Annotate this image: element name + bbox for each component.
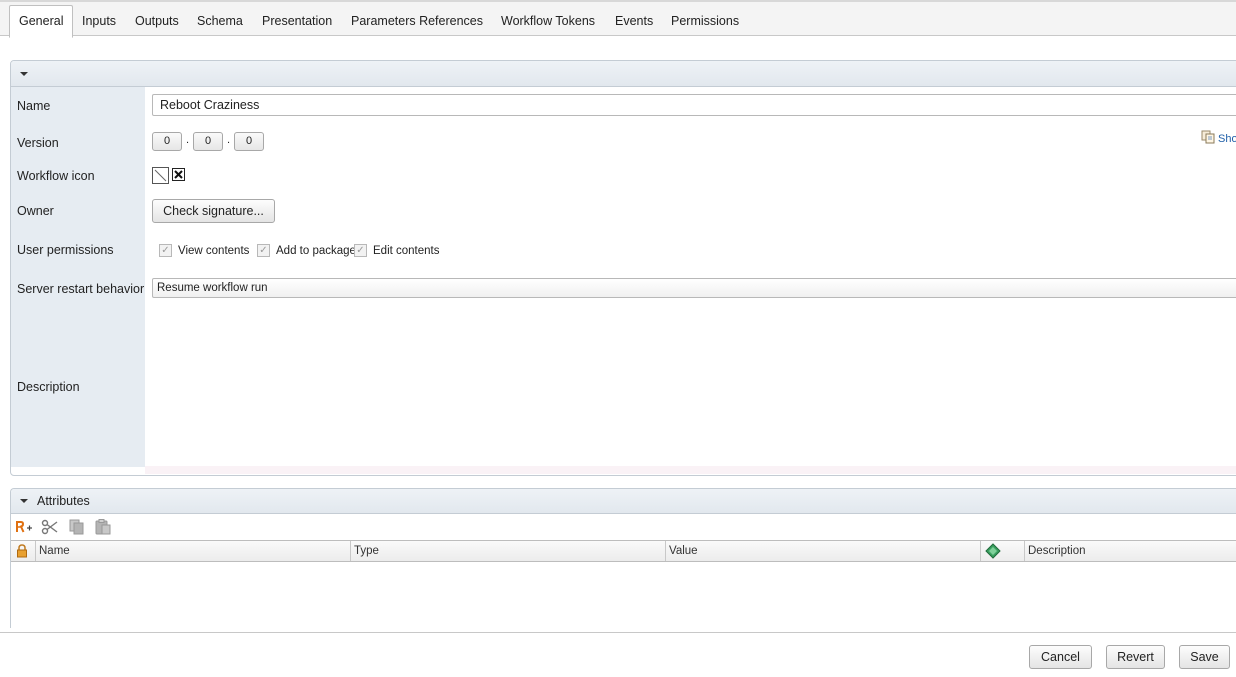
workflow-icon-placeholder[interactable]	[152, 167, 169, 184]
show-details-icon[interactable]	[1201, 130, 1215, 144]
name-input[interactable]: Reboot Craziness	[152, 94, 1236, 116]
description-footer-strip	[145, 466, 1236, 474]
general-panel: Name Reboot Craziness Version 0 . 0 . 0 …	[10, 60, 1236, 476]
revert-button[interactable]: Revert	[1106, 645, 1165, 669]
clear-icon[interactable]	[172, 168, 185, 181]
tab-outputs[interactable]: Outputs	[126, 6, 188, 37]
attributes-panel: Attributes Name Type Value Description	[10, 488, 1236, 628]
view-contents-checkbox[interactable]: ✓	[159, 244, 172, 257]
tab-general[interactable]: General	[9, 5, 74, 38]
version-separator: .	[227, 134, 231, 146]
type-column-header[interactable]: Type	[351, 541, 666, 561]
attributes-grid-body	[11, 562, 1236, 628]
name-column-header[interactable]: Name	[36, 541, 351, 561]
description-textarea[interactable]	[145, 307, 1236, 467]
copy-icon[interactable]	[68, 519, 86, 535]
tab-workflow-tokens[interactable]: Workflow Tokens	[492, 6, 604, 37]
description-column-header[interactable]: Description	[1025, 541, 1236, 561]
collapse-arrow-icon[interactable]	[20, 499, 28, 503]
footer-divider	[0, 632, 1236, 633]
general-panel-header[interactable]	[11, 61, 1236, 87]
add-attribute-icon[interactable]	[15, 519, 33, 535]
tab-permissions[interactable]: Permissions	[662, 6, 748, 37]
show-link[interactable]: Sho	[1218, 133, 1236, 145]
user-permissions-row: User permissions ✓ View contents ✓ Add t…	[11, 230, 1236, 271]
server-restart-row: Server restart behavior Resume workflow …	[11, 270, 1236, 308]
tab-schema[interactable]: Schema	[188, 6, 252, 37]
collapse-arrow-icon[interactable]	[20, 72, 28, 76]
edit-contents-label: Edit contents	[373, 245, 440, 257]
version-patch-input[interactable]: 0	[234, 132, 264, 151]
tab-inputs[interactable]: Inputs	[73, 6, 125, 37]
description-label: Description	[11, 307, 145, 467]
save-button[interactable]: Save	[1179, 645, 1230, 669]
cut-icon[interactable]	[41, 519, 59, 535]
binding-column[interactable]	[981, 541, 1025, 561]
lock-column[interactable]	[11, 541, 36, 561]
name-label: Name	[11, 87, 145, 125]
version-label: Version	[11, 125, 145, 160]
add-to-package-label: Add to package	[276, 245, 356, 257]
paste-icon[interactable]	[94, 519, 112, 535]
version-major-input[interactable]: 0	[152, 132, 182, 151]
value-column-header[interactable]: Value	[666, 541, 981, 561]
tab-presentation[interactable]: Presentation	[253, 6, 341, 37]
attributes-grid-header: Name Type Value Description	[11, 540, 1236, 562]
user-permissions-label: User permissions	[11, 230, 145, 270]
server-restart-label: Server restart behavior	[11, 270, 145, 307]
version-separator: .	[186, 134, 190, 146]
version-minor-input[interactable]: 0	[193, 132, 223, 151]
description-row: Description	[11, 307, 1236, 467]
tab-events[interactable]: Events	[606, 6, 662, 37]
attributes-title: Attributes	[37, 494, 90, 508]
edit-contents-checkbox[interactable]: ✓	[354, 244, 367, 257]
check-signature-button[interactable]: Check signature...	[152, 199, 275, 223]
server-restart-select[interactable]: Resume workflow run	[152, 278, 1236, 298]
add-to-package-checkbox[interactable]: ✓	[257, 244, 270, 257]
attributes-header[interactable]: Attributes	[11, 489, 1236, 514]
tab-parameters-references[interactable]: Parameters References	[342, 6, 492, 37]
version-row: Version 0 . 0 . 0 Sho	[11, 125, 1236, 161]
owner-label: Owner	[11, 191, 145, 230]
tab-bar: General Inputs Outputs Schema Presentati…	[0, 0, 1236, 38]
cancel-button[interactable]: Cancel	[1029, 645, 1092, 669]
owner-row: Owner Check signature...	[11, 191, 1236, 231]
workflow-icon-row: Workflow icon	[11, 160, 1236, 192]
name-row: Name Reboot Craziness	[11, 87, 1236, 126]
view-contents-label: View contents	[178, 245, 250, 257]
workflow-icon-label: Workflow icon	[11, 160, 145, 191]
